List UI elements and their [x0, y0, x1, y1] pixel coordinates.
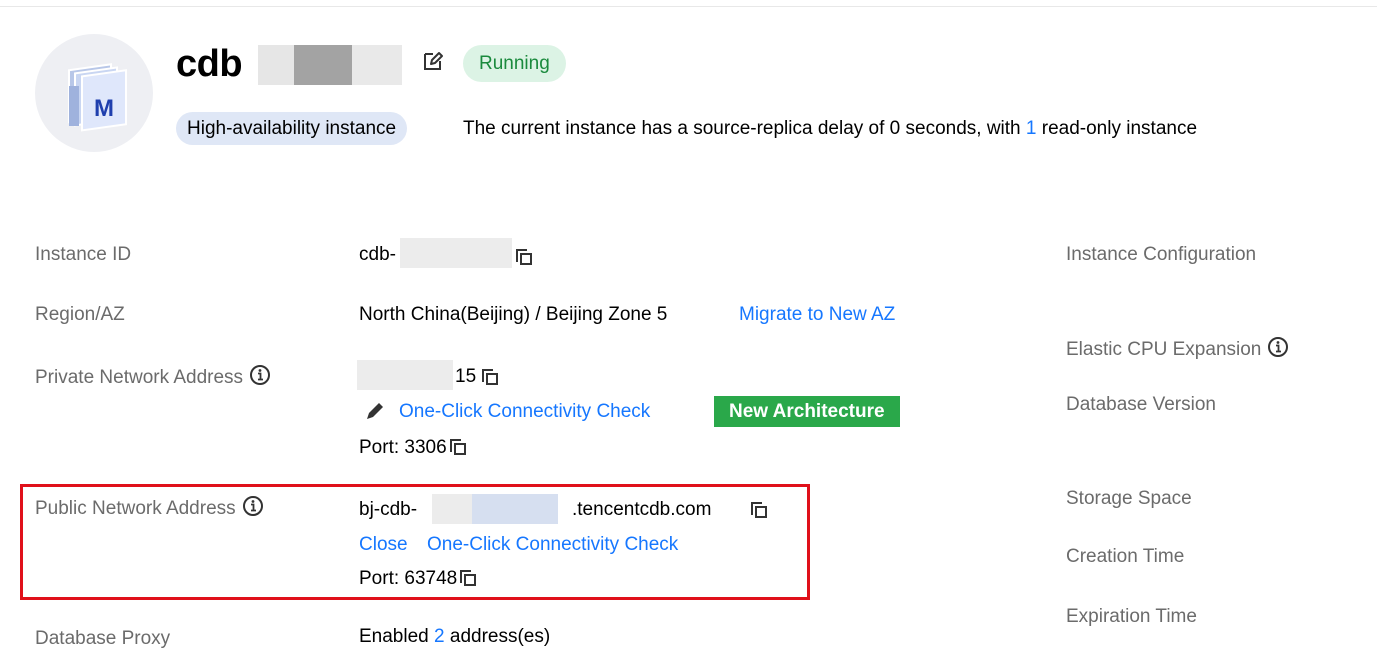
storage-space-label: Storage Space — [1066, 488, 1192, 509]
region-value: North China(Beijing) / Beijing Zone 5 — [359, 304, 668, 325]
status-badge: Running — [463, 45, 566, 82]
instance-logo: M — [35, 34, 153, 152]
info-icon[interactable] — [1267, 336, 1289, 364]
redacted-name-part — [294, 45, 352, 85]
public-connectivity-check-link[interactable]: One-Click Connectivity Check — [427, 534, 678, 556]
mysql-instance-logo: M — [68, 63, 127, 132]
migrate-az-link[interactable]: Migrate to New AZ — [739, 304, 895, 326]
instance-configuration-label: Instance Configuration — [1066, 244, 1257, 265]
copy-icon[interactable] — [750, 501, 768, 524]
expiration-time-label: Expiration Time — [1066, 606, 1197, 627]
copy-icon[interactable] — [459, 569, 477, 593]
redacted-public-address — [472, 494, 558, 524]
summary-text-after: read-only instance — [1036, 118, 1198, 139]
top-divider — [0, 6, 1377, 7]
instance-id-value: cdb- — [359, 244, 396, 265]
copy-icon[interactable] — [481, 368, 499, 391]
private-network-label-text: Private Network Address — [35, 367, 244, 388]
svg-text:M: M — [94, 95, 114, 122]
replica-summary: The current instance has a source-replic… — [463, 118, 1197, 140]
close-public-network-link[interactable]: Close — [359, 534, 408, 556]
edit-icon[interactable] — [422, 50, 444, 72]
database-proxy-value: Enabled 2 address(es) — [359, 626, 550, 648]
readonly-count-link[interactable]: 1 — [1026, 118, 1037, 139]
creation-time-label: Creation Time — [1066, 546, 1185, 567]
pencil-icon — [364, 400, 386, 427]
private-network-label: Private Network Address — [35, 364, 271, 392]
instance-id-label: Instance ID — [35, 244, 132, 265]
public-network-label: Public Network Address — [35, 495, 264, 523]
private-port: Port: 3306 — [359, 437, 467, 462]
elastic-cpu-label-text: Elastic CPU Expansion — [1066, 339, 1262, 360]
redacted-name-part — [258, 45, 294, 85]
proxy-address-count-link[interactable]: 2 — [434, 626, 445, 647]
proxy-address-suffix: address(es) — [449, 626, 551, 647]
public-port-text: Port: 63748 — [359, 568, 458, 589]
private-connectivity-check-link[interactable]: One-Click Connectivity Check — [399, 401, 650, 423]
redacted-public-address — [432, 494, 472, 524]
private-address-suffix: 15 — [455, 366, 477, 387]
public-network-label-text: Public Network Address — [35, 498, 236, 519]
copy-icon[interactable] — [449, 438, 467, 462]
new-architecture-badge: New Architecture — [714, 396, 900, 427]
private-port-text: Port: 3306 — [359, 437, 447, 458]
proxy-enabled-text: Enabled — [359, 626, 429, 647]
public-address-prefix: bj-cdb- — [359, 499, 418, 520]
summary-text-before: The current instance has a source-replic… — [463, 118, 1026, 139]
info-icon[interactable] — [242, 495, 264, 523]
copy-icon[interactable] — [515, 248, 533, 271]
region-label: Region/AZ — [35, 304, 125, 325]
public-port: Port: 63748 — [359, 568, 477, 593]
elastic-cpu-label: Elastic CPU Expansion — [1066, 336, 1289, 364]
database-version-label: Database Version — [1066, 394, 1216, 415]
redacted-name-part — [352, 45, 402, 85]
instance-name: cdb — [176, 43, 243, 85]
redacted-private-address — [357, 360, 453, 390]
public-address-suffix: .tencentcdb.com — [572, 499, 712, 520]
info-icon[interactable] — [249, 364, 271, 392]
database-proxy-label: Database Proxy — [35, 628, 171, 649]
instance-type-tag: High-availability instance — [176, 112, 408, 145]
redacted-instance-id — [400, 238, 512, 268]
